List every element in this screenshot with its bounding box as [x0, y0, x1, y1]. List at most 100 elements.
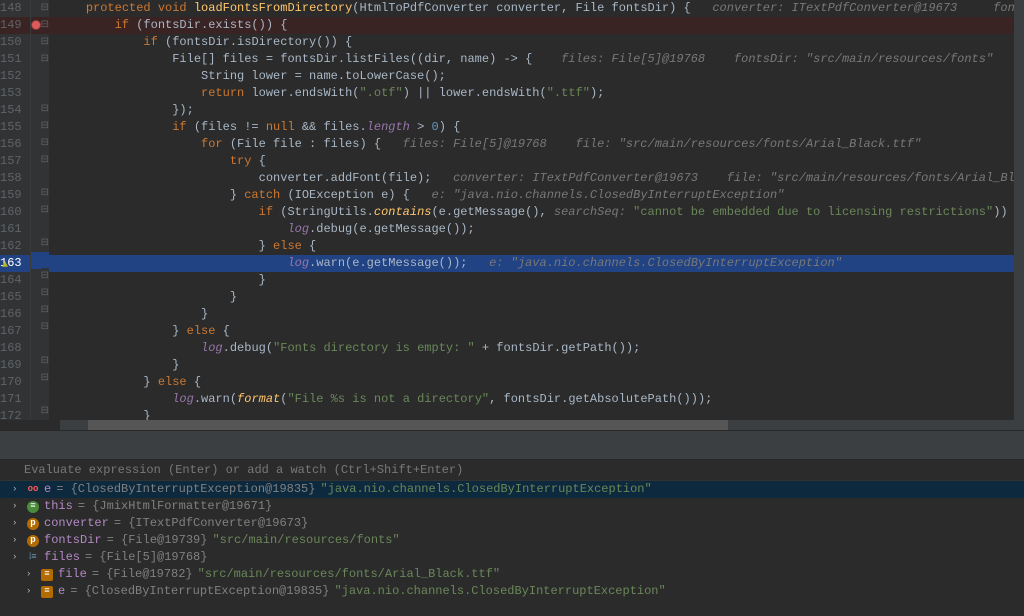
gutter-marker-cell[interactable]	[31, 252, 41, 269]
line-number[interactable]: 160	[0, 204, 30, 221]
variable-row[interactable]: ›pconverter = {ITextPdfConverter@19673}	[0, 515, 1024, 532]
variable-row[interactable]: ›≡file = {File@19782} "src/main/resource…	[0, 566, 1024, 583]
gutter-marker-cell[interactable]	[31, 235, 41, 252]
gutter-marker-cell[interactable]	[31, 17, 41, 34]
code-line[interactable]: if (StringUtils.contains(e.getMessage(),…	[49, 204, 1024, 221]
line-number[interactable]: 148	[0, 0, 30, 17]
code-line[interactable]: File[] files = fontsDir.listFiles((dir, …	[49, 51, 1024, 68]
code-line[interactable]: }	[49, 357, 1024, 374]
code-line[interactable]: } else {	[49, 374, 1024, 391]
fold-toggle[interactable]: ⊟	[41, 353, 49, 370]
fold-toggle[interactable]	[41, 84, 49, 100]
code-line[interactable]: protected void loadFontsFromDirectory(Ht…	[49, 0, 1024, 17]
gutter-marker-cell[interactable]	[31, 302, 41, 319]
code-line[interactable]: }	[49, 289, 1024, 306]
fold-toggle[interactable]: ⊟	[41, 285, 49, 302]
gutter-marker-cell[interactable]	[31, 370, 41, 387]
fold-column[interactable]: ⊟⊟⊟⊟⊟⊟⊟⊟⊟⊟⊟⊟⊟⊟⊟⊟⊟⊟	[41, 0, 49, 420]
fold-toggle[interactable]: ⊟	[41, 34, 49, 51]
fold-toggle[interactable]	[41, 336, 49, 352]
line-number[interactable]: 150	[0, 34, 30, 51]
line-number[interactable]: 156	[0, 136, 30, 153]
line-number[interactable]: 152	[0, 68, 30, 85]
code-line[interactable]: if (fontsDir.exists()) {	[49, 17, 1024, 34]
expand-toggle-icon[interactable]: ›	[12, 532, 22, 549]
line-number[interactable]: 164	[0, 272, 30, 289]
gutter-marker-cell[interactable]	[31, 84, 41, 101]
expand-toggle-icon[interactable]: ›	[12, 498, 22, 515]
code-line[interactable]: } catch (IOException e) { e: "java.nio.c…	[49, 187, 1024, 204]
horizontal-scrollbar[interactable]	[60, 420, 1024, 430]
code-line[interactable]: log.debug(e.getMessage());	[49, 221, 1024, 238]
line-number[interactable]: 172	[0, 408, 30, 420]
fold-toggle[interactable]: ⊟	[41, 135, 49, 152]
fold-toggle[interactable]: ⊟	[41, 185, 49, 202]
gutter-marker-cell[interactable]	[31, 185, 41, 202]
gutter-marker-cell[interactable]	[31, 386, 41, 403]
code-line[interactable]: if (fontsDir.isDirectory()) {	[49, 34, 1024, 51]
gutter-marker-cell[interactable]	[31, 336, 41, 353]
vertical-scrollbar[interactable]	[1014, 0, 1024, 420]
line-number[interactable]: 155	[0, 119, 30, 136]
line-number[interactable]: 149	[0, 17, 30, 34]
expand-toggle-icon[interactable]: ›	[12, 515, 22, 532]
code-line[interactable]: }	[49, 272, 1024, 289]
fold-toggle[interactable]: ⊟	[41, 118, 49, 135]
fold-toggle[interactable]: ⊟	[41, 51, 49, 68]
evaluate-expression-input[interactable]: Evaluate expression (Enter) or add a wat…	[0, 460, 1024, 481]
code-line[interactable]: if (files != null && files.length > 0) {	[49, 119, 1024, 136]
breakpoint-icon[interactable]	[31, 20, 41, 30]
gutter-marker-cell[interactable]	[31, 50, 41, 67]
fold-toggle[interactable]: ⊟	[41, 403, 49, 420]
gutter-marker-cell[interactable]	[31, 101, 41, 118]
fold-toggle[interactable]	[41, 169, 49, 185]
fold-toggle[interactable]	[41, 387, 49, 403]
gutter-marker-cell[interactable]	[31, 286, 41, 303]
variable-row[interactable]: ›≡this = {JmixHtmlFormatter@19671}	[0, 498, 1024, 515]
code-line[interactable]: try {	[49, 153, 1024, 170]
gutter-marker-cell[interactable]	[31, 353, 41, 370]
gutter-marker-cell[interactable]	[31, 118, 41, 135]
line-number[interactable]: 159	[0, 187, 30, 204]
line-number[interactable]: 170	[0, 374, 30, 391]
gutter-marker-cell[interactable]	[31, 34, 41, 51]
line-number[interactable]: 162	[0, 238, 30, 255]
line-number[interactable]: 167	[0, 323, 30, 340]
gutter-marker-cell[interactable]	[31, 168, 41, 185]
gutter-marker-cell[interactable]	[31, 403, 41, 420]
fold-toggle[interactable]: ⊟	[41, 235, 49, 252]
variable-row[interactable]: ›pfontsDir = {File@19739} "src/main/reso…	[0, 532, 1024, 549]
fold-toggle[interactable]: ⊟	[41, 202, 49, 219]
variables-tree[interactable]: ›ooe = {ClosedByInterruptException@19835…	[0, 481, 1024, 600]
fold-toggle[interactable]: ⊟	[41, 370, 49, 387]
fold-toggle[interactable]: ⊟	[41, 268, 49, 285]
fold-toggle[interactable]: ⊟	[41, 17, 49, 34]
fold-toggle[interactable]	[41, 68, 49, 84]
gutter-marker-cell[interactable]	[31, 0, 41, 17]
gutter-marker-cell[interactable]	[31, 269, 41, 286]
code-line[interactable]: converter.addFont(file); converter: ITex…	[49, 170, 1024, 187]
code-line[interactable]: });	[49, 102, 1024, 119]
fold-toggle[interactable]	[41, 252, 49, 268]
line-number[interactable]: 161	[0, 221, 30, 238]
code-editor[interactable]: 1481491501511521531541551561571581591601…	[0, 0, 1024, 420]
debug-variables-panel[interactable]: Evaluate expression (Enter) or add a wat…	[0, 460, 1024, 616]
fold-toggle[interactable]: ⊟	[41, 302, 49, 319]
fold-toggle[interactable]: ⊟	[41, 319, 49, 336]
expand-toggle-icon[interactable]: ›	[12, 481, 22, 498]
gutter-markers[interactable]	[31, 0, 41, 420]
expand-toggle-icon[interactable]: ›	[26, 566, 36, 583]
variable-row[interactable]: ›⦙≡files = {File[5]@19768}	[0, 549, 1024, 566]
gutter-marker-cell[interactable]	[31, 202, 41, 219]
code-line[interactable]: return lower.endsWith(".otf") || lower.e…	[49, 85, 1024, 102]
code-line[interactable]: log.warn(e.getMessage()); e: "java.nio.c…	[49, 255, 1024, 272]
line-number[interactable]: 168	[0, 340, 30, 357]
line-number-gutter[interactable]: 1481491501511521531541551561571581591601…	[0, 0, 31, 420]
fold-toggle[interactable]: ⊟	[41, 152, 49, 169]
code-line[interactable]: } else {	[49, 323, 1024, 340]
line-number[interactable]: 166	[0, 306, 30, 323]
line-number[interactable]: 151	[0, 51, 30, 68]
code-line[interactable]: log.warn(format("File %s is not a direct…	[49, 391, 1024, 408]
expand-toggle-icon[interactable]: ›	[12, 549, 22, 566]
line-number[interactable]: 154	[0, 102, 30, 119]
